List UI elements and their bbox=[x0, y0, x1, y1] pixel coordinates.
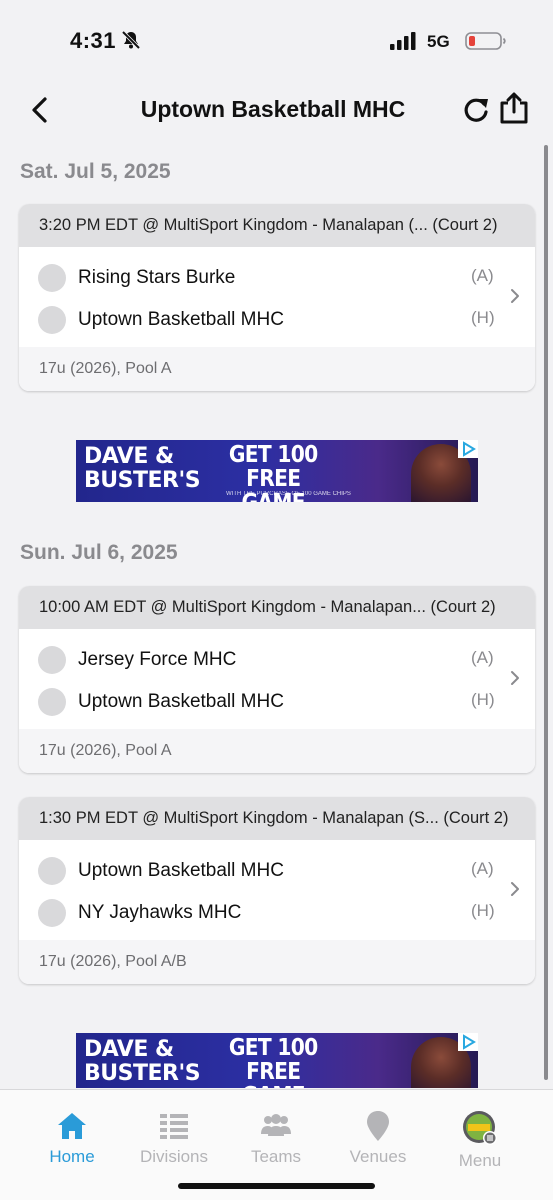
team-row: Jersey Force MHC (A) bbox=[19, 640, 535, 680]
scrollbar[interactable] bbox=[544, 145, 548, 1080]
ad-logo: DAVE & BUSTER'S bbox=[84, 1037, 201, 1086]
tab-label: Teams bbox=[250, 1147, 302, 1166]
team-row: Uptown Basketball MHC (A) bbox=[19, 851, 535, 891]
tab-divisions[interactable]: Divisions bbox=[124, 1110, 224, 1167]
team-side: (A) bbox=[471, 859, 494, 878]
team-logo-placeholder bbox=[38, 899, 66, 927]
game-card[interactable]: 10:00 AM EDT @ MultiSport Kingdom - Mana… bbox=[19, 586, 535, 773]
game-card[interactable]: 3:20 PM EDT @ MultiSport Kingdom - Manal… bbox=[19, 204, 535, 391]
team-name: Jersey Force MHC bbox=[78, 649, 237, 670]
cell-signal-icon bbox=[390, 32, 416, 50]
tab-venues[interactable]: Venues bbox=[328, 1110, 428, 1167]
chevron-right-icon bbox=[511, 882, 519, 896]
game-division: 17u (2026), Pool A bbox=[19, 729, 535, 773]
ad-banner[interactable]: DAVE & BUSTER'S GET 100 FREE GAME CHIPS … bbox=[76, 440, 478, 502]
home-indicator bbox=[178, 1183, 375, 1189]
menu-logo-icon bbox=[463, 1111, 497, 1145]
bell-muted-icon bbox=[121, 30, 141, 50]
tab-label: Divisions bbox=[139, 1147, 209, 1166]
team-side: (A) bbox=[471, 266, 494, 285]
home-icon bbox=[58, 1113, 86, 1139]
game-division: 17u (2026), Pool A bbox=[19, 347, 535, 391]
game-division: 17u (2026), Pool A/B bbox=[19, 940, 535, 984]
game-time-venue: 3:20 PM EDT @ MultiSport Kingdom - Manal… bbox=[19, 204, 535, 247]
battery-icon bbox=[465, 32, 506, 50]
status-time: 4:31 bbox=[70, 28, 117, 53]
game-teams: Uptown Basketball MHC (A) NY Jayhawks MH… bbox=[19, 840, 535, 940]
team-logo-placeholder bbox=[38, 646, 66, 674]
tab-label: Venues bbox=[349, 1147, 407, 1166]
tab-teams[interactable]: Teams bbox=[226, 1110, 326, 1167]
network-type: 5G bbox=[427, 32, 450, 51]
ad-logo: DAVE & BUSTER'S bbox=[84, 444, 201, 493]
ad-subtext: WITH THE PURCHASE OF 100 GAME CHIPS bbox=[226, 491, 351, 497]
tab-menu[interactable]: Menu bbox=[430, 1110, 530, 1171]
share-icon[interactable] bbox=[498, 92, 530, 124]
team-row: Uptown Basketball MHC (H) bbox=[19, 300, 535, 340]
team-row: Uptown Basketball MHC (H) bbox=[19, 682, 535, 722]
team-logo-placeholder bbox=[38, 857, 66, 885]
team-name: Uptown Basketball MHC bbox=[78, 691, 284, 712]
team-name: NY Jayhawks MHC bbox=[78, 902, 242, 923]
team-logo-placeholder bbox=[38, 264, 66, 292]
team-side: (H) bbox=[471, 901, 495, 920]
schedule-list[interactable]: Sat. Jul 5, 2025 3:20 PM EDT @ MultiSpor… bbox=[0, 140, 553, 1088]
adchoices-icon[interactable] bbox=[458, 1033, 478, 1051]
refresh-icon[interactable] bbox=[462, 95, 490, 125]
team-logo-placeholder bbox=[38, 688, 66, 716]
team-logo-placeholder bbox=[38, 306, 66, 334]
status-bar: 4:31 5G bbox=[0, 0, 553, 78]
tab-label: Home bbox=[49, 1147, 95, 1166]
team-name: Uptown Basketball MHC bbox=[78, 309, 284, 330]
adchoices-icon[interactable] bbox=[458, 440, 478, 458]
team-row: Rising Stars Burke (A) bbox=[19, 258, 535, 298]
tab-label: Menu bbox=[458, 1151, 502, 1170]
team-side: (A) bbox=[471, 648, 494, 667]
map-pin-icon bbox=[367, 1111, 389, 1141]
game-card[interactable]: 1:30 PM EDT @ MultiSport Kingdom - Manal… bbox=[19, 797, 535, 984]
team-row: NY Jayhawks MHC (H) bbox=[19, 893, 535, 933]
team-side: (H) bbox=[471, 690, 495, 709]
team-name: Uptown Basketball MHC bbox=[78, 860, 284, 881]
game-time-venue: 1:30 PM EDT @ MultiSport Kingdom - Manal… bbox=[19, 797, 535, 840]
game-time-venue: 10:00 AM EDT @ MultiSport Kingdom - Mana… bbox=[19, 586, 535, 629]
game-teams: Rising Stars Burke (A) Uptown Basketball… bbox=[19, 247, 535, 347]
ad-headline: GET 100 FREE GAME CHIPS bbox=[228, 1035, 318, 1088]
tab-home[interactable]: Home bbox=[22, 1110, 122, 1167]
ad-banner[interactable]: DAVE & BUSTER'S GET 100 FREE GAME CHIPS bbox=[76, 1033, 478, 1088]
people-icon bbox=[261, 1114, 291, 1136]
date-header: Sun. Jul 6, 2025 bbox=[20, 541, 178, 564]
game-teams: Jersey Force MHC (A) Uptown Basketball M… bbox=[19, 629, 535, 729]
team-side: (H) bbox=[471, 308, 495, 327]
team-name: Rising Stars Burke bbox=[78, 267, 236, 288]
list-icon bbox=[160, 1114, 188, 1139]
chevron-right-icon bbox=[511, 289, 519, 303]
chevron-right-icon bbox=[511, 671, 519, 685]
date-header: Sat. Jul 5, 2025 bbox=[20, 160, 171, 183]
nav-bar: Uptown Basketball MHC bbox=[0, 85, 553, 135]
